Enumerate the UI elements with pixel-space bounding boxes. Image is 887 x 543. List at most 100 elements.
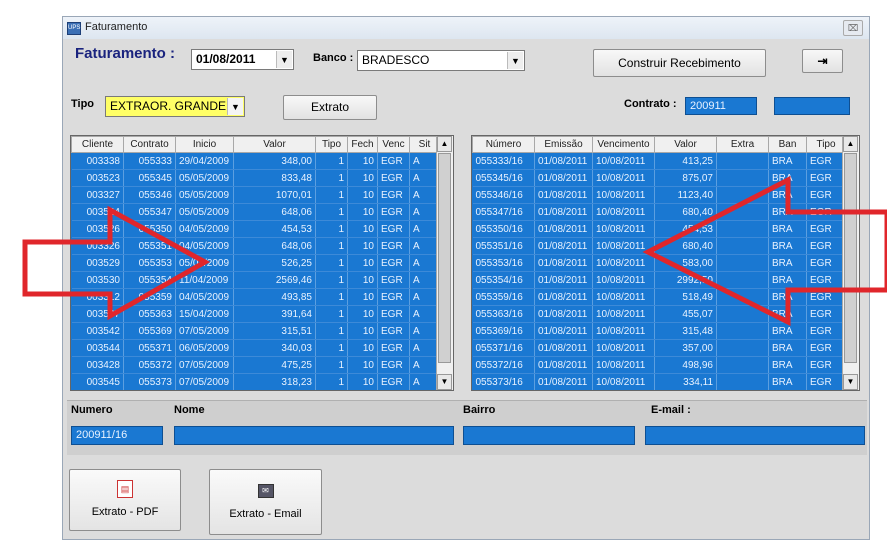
table-cell: 10 xyxy=(347,203,378,221)
titulos-grid[interactable]: Número Emissão Vencimento Valor Extra Ban Tipo… xyxy=(471,135,860,391)
tipo-select[interactable]: EXTRAOR. GRANDE ▼ xyxy=(105,96,245,117)
table-cell: 01/08/2011 xyxy=(534,220,593,238)
table-cell: BRA xyxy=(768,322,807,340)
table-row[interactable]: 055346/16 01/08/2011 10/08/2011 1123,40 BRA E… xyxy=(472,186,846,204)
table-row[interactable]: 055353/16 01/08/2011 10/08/2011 583,00 BRA EG… xyxy=(472,254,846,272)
table-cell: 1 xyxy=(315,186,348,204)
column-header[interactable]: Tipo xyxy=(806,136,846,153)
nome-field[interactable] xyxy=(174,426,454,445)
table-row[interactable]: 003338 055333 29/04/2009 348,00 1 10 EGR A xyxy=(71,152,440,170)
column-header[interactable]: Sit xyxy=(409,136,440,153)
construir-recebimento-button[interactable]: Construir Recebimento xyxy=(593,49,766,77)
clientes-scrollbar[interactable]: ▲ ▼ xyxy=(436,136,453,390)
banco-select[interactable]: BRADESCO ▼ xyxy=(357,50,525,71)
table-row[interactable]: 003312 055359 04/05/2009 493,85 1 10 EGR A xyxy=(71,288,440,306)
column-header[interactable]: Fech xyxy=(347,136,378,153)
table-row[interactable]: 055359/16 01/08/2011 10/08/2011 518,49 BRA EG… xyxy=(472,288,846,306)
column-header[interactable]: Tipo xyxy=(315,136,348,153)
table-row[interactable]: 003326 055351 04/05/2009 648,06 1 10 EGR A xyxy=(71,237,440,255)
column-header[interactable]: Cliente xyxy=(71,136,124,153)
table-cell: 05/05/2009 xyxy=(175,186,234,204)
table-cell: 10/08/2011 xyxy=(592,373,655,390)
table-row[interactable]: 003529 055353 05/04/2009 526,25 1 10 EGR A xyxy=(71,254,440,272)
table-cell: 055353 xyxy=(123,254,176,272)
extrato-button[interactable]: Extrato xyxy=(283,95,377,120)
clientes-grid[interactable]: Cliente Contrato Inicio Valor Tipo Fech Venc Si… xyxy=(70,135,454,391)
column-header[interactable]: Valor xyxy=(654,136,717,153)
table-row[interactable]: 055351/16 01/08/2011 10/08/2011 680,40 BRA EG… xyxy=(472,237,846,255)
table-row[interactable]: 003542 055369 07/05/2009 315,51 1 10 EGR A xyxy=(71,322,440,340)
extrato-pdf-button[interactable]: ▤ Extrato - PDF xyxy=(69,469,181,531)
table-cell: 10/08/2011 xyxy=(592,322,655,340)
title-bar: UPS Faturamento ⌧ xyxy=(63,17,869,39)
titulos-scrollbar[interactable]: ▲ ▼ xyxy=(842,136,859,390)
table-cell: 07/05/2009 xyxy=(175,373,234,390)
table-row[interactable]: 003327 055346 05/05/2009 1070,01 1 10 EGR A xyxy=(71,186,440,204)
scroll-thumb[interactable] xyxy=(438,153,451,363)
table-row[interactable]: 055333/16 01/08/2011 10/08/2011 413,25 BRA EG… xyxy=(472,152,846,170)
contrato-extra-field[interactable] xyxy=(774,97,850,115)
scroll-up-icon[interactable]: ▲ xyxy=(437,136,452,152)
table-cell: BRA xyxy=(768,339,807,357)
email-field[interactable] xyxy=(645,426,865,445)
column-header[interactable]: Inicio xyxy=(175,136,234,153)
table-cell: EGR xyxy=(806,254,846,272)
table-row[interactable]: 055369/16 01/08/2011 10/08/2011 315,48 BRA EG… xyxy=(472,322,846,340)
contrato-field[interactable]: 200911 xyxy=(685,97,757,115)
table-row[interactable]: 055363/16 01/08/2011 10/08/2011 455,07 BRA EG… xyxy=(472,305,846,323)
numero-field[interactable]: 200911/16 xyxy=(71,426,163,445)
table-cell: 1 xyxy=(315,339,348,357)
table-row[interactable]: 055354/16 01/08/2011 10/08/2011 2992,50 BRA E… xyxy=(472,271,846,289)
table-row[interactable]: 003523 055345 05/05/2009 833,48 1 10 EGR A xyxy=(71,169,440,187)
bairro-field[interactable] xyxy=(463,426,635,445)
table-row[interactable]: 055345/16 01/08/2011 10/08/2011 875,07 BRA EG… xyxy=(472,169,846,187)
exit-door-icon[interactable]: ⇥ xyxy=(802,49,843,73)
table-cell: 648,06 xyxy=(233,203,316,221)
column-header[interactable]: Emissão xyxy=(534,136,593,153)
table-row[interactable]: 003544 055371 06/05/2009 340,03 1 10 EGR A xyxy=(71,339,440,357)
table-row[interactable]: 003545 055373 07/05/2009 318,23 1 10 EGR A xyxy=(71,373,440,390)
table-row[interactable]: 003428 055372 07/05/2009 475,25 1 10 EGR A xyxy=(71,356,440,374)
table-cell: 10 xyxy=(347,373,378,390)
chevron-down-icon[interactable]: ▼ xyxy=(276,51,292,68)
column-header[interactable]: Ban xyxy=(768,136,807,153)
column-header[interactable]: Vencimento xyxy=(592,136,655,153)
table-row[interactable]: 055372/16 01/08/2011 10/08/2011 498,96 BRA EG… xyxy=(472,356,846,374)
table-cell xyxy=(716,339,769,357)
table-cell: 055347/16 xyxy=(472,203,535,221)
table-row[interactable]: 055350/16 01/08/2011 10/08/2011 454,53 BRA EG… xyxy=(472,220,846,238)
table-row[interactable]: 003526 055350 04/05/2009 454,53 1 10 EGR A xyxy=(71,220,440,238)
table-row[interactable]: 055371/16 01/08/2011 10/08/2011 357,00 BRA EG… xyxy=(472,339,846,357)
table-cell: 055346/16 xyxy=(472,186,535,204)
table-cell: A xyxy=(409,288,440,306)
scroll-down-icon[interactable]: ▼ xyxy=(843,374,858,390)
scroll-down-icon[interactable]: ▼ xyxy=(437,374,452,390)
table-cell: 07/05/2009 xyxy=(175,356,234,374)
chevron-down-icon[interactable]: ▼ xyxy=(507,52,523,69)
column-header[interactable]: Contrato xyxy=(123,136,176,153)
table-cell: 055363 xyxy=(123,305,176,323)
chevron-down-icon[interactable]: ▼ xyxy=(227,98,243,115)
table-row[interactable]: 055347/16 01/08/2011 10/08/2011 680,40 BRA EG… xyxy=(472,203,846,221)
scroll-thumb[interactable] xyxy=(844,153,857,363)
table-cell: 10 xyxy=(347,152,378,170)
scroll-up-icon[interactable]: ▲ xyxy=(843,136,858,152)
table-cell: 055350/16 xyxy=(472,220,535,238)
close-icon[interactable]: ⌧ xyxy=(843,20,863,36)
table-row[interactable]: 055373/16 01/08/2011 10/08/2011 334,11 BRA EG… xyxy=(472,373,846,390)
column-header[interactable]: Venc xyxy=(377,136,410,153)
table-cell: 1 xyxy=(315,271,348,289)
table-cell: 2569,46 xyxy=(233,271,316,289)
column-header[interactable]: Valor xyxy=(233,136,316,153)
column-header[interactable]: Número xyxy=(472,136,535,153)
date-select[interactable]: 01/08/2011 ▼ xyxy=(191,49,294,70)
table-cell: 1 xyxy=(315,288,348,306)
table-cell: 10/08/2011 xyxy=(592,271,655,289)
table-row[interactable]: 003530 055354 11/04/2009 2569,46 1 10 EGR A xyxy=(71,271,440,289)
table-row[interactable]: 003537 055363 15/04/2009 391,64 1 10 EGR A xyxy=(71,305,440,323)
extrato-email-button[interactable]: ✉ Extrato - Email xyxy=(209,469,322,535)
column-header[interactable]: Extra xyxy=(716,136,769,153)
table-row[interactable]: 003524 055347 05/05/2009 648,06 1 10 EGR A xyxy=(71,203,440,221)
table-cell: 1123,40 xyxy=(654,186,717,204)
table-cell: 391,64 xyxy=(233,305,316,323)
